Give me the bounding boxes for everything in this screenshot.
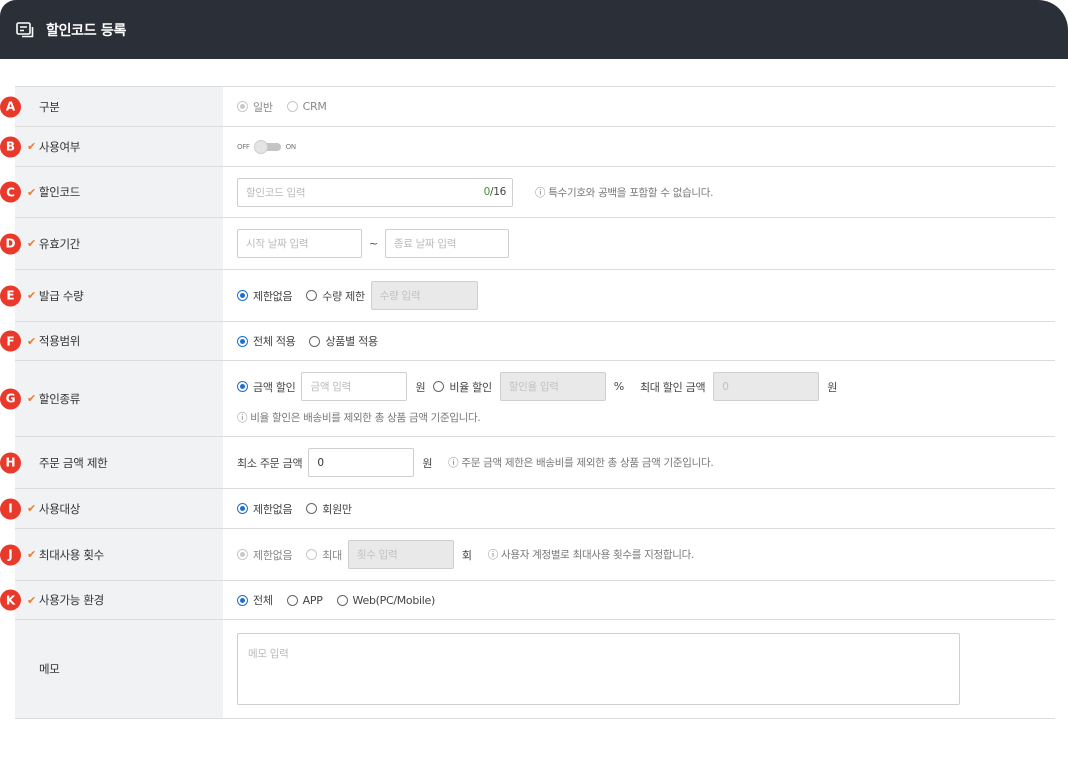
code-note: ⓘ 특수기호와 공백을 포함할 수 없습니다. (535, 186, 714, 199)
row-issue: E ✔ 발급 수량 제한없음 수량 제한 수량 입력 (0, 270, 1055, 322)
row-max-use: J ✔ 최대사용 횟수 제한없음 최대 횟수 입력 회 ⓘ 사용자 계정별로 최대… (0, 529, 1055, 581)
badge-d: D (0, 233, 21, 254)
label-memo: 메모 (15, 620, 223, 718)
row-category: A 구분 일반 CRM (0, 87, 1055, 127)
row-target: I ✔ 사용대상 제한없음 회원만 (0, 489, 1055, 529)
row-env: K ✔ 사용가능 환경 전체 APP Web(PC/Mobile) (0, 581, 1055, 620)
label-target: ✔ 사용대상 (15, 489, 223, 528)
label-issue: ✔ 발급 수량 (15, 270, 223, 321)
label-code: ✔ 할인코드 (15, 167, 223, 217)
toggle-on-label: ON (285, 142, 296, 151)
badge-h: H (0, 452, 21, 473)
label-category: 구분 (15, 87, 223, 126)
required-check-icon: ✔ (27, 334, 36, 348)
label-period: ✔ 유효기간 (15, 218, 223, 269)
max-use-note: ⓘ 사용자 계정별로 최대사용 횟수를 지정합니다. (487, 549, 695, 561)
issue-quantity-input[interactable]: 수량 입력 (370, 281, 478, 310)
max-use-unit: 회 (461, 548, 472, 562)
min-order-note: ⓘ 주문 금액 제한은 배송비를 제외한 총 상품 금액 기준입니다. (448, 457, 714, 469)
row-code: C ✔ 할인코드 할인코드 입력 0/16 ⓘ 특수기호와 공백을 포함할 수 없… (0, 167, 1055, 218)
badge-g: G (0, 388, 21, 409)
radio-maxuse-unlimited[interactable]: 제한없음 (237, 547, 293, 563)
radio-type-amount[interactable]: 금액 할인 (237, 379, 296, 395)
max-discount-input[interactable]: 0 (713, 372, 820, 401)
start-date-input[interactable]: 시작 날짜 입력 (237, 229, 362, 258)
amount-input[interactable]: 금액 입력 (301, 372, 408, 401)
row-scope: F ✔ 적용범위 전체 적용 상품별 적용 (0, 322, 1055, 361)
date-separator: ~ (369, 237, 378, 250)
radio-maxuse-limit[interactable]: 최대 (306, 547, 342, 563)
row-memo: 메모 메모 입력 (15, 620, 1055, 719)
label-max-use: ✔ 최대사용 횟수 (15, 529, 223, 580)
page-header: 할인코드 등록 (0, 0, 1068, 59)
radio-issue-limit[interactable]: 수량 제한 (306, 288, 365, 304)
radio-general[interactable]: 일반 (237, 99, 273, 115)
radio-target-member[interactable]: 회원만 (306, 501, 352, 517)
radio-env-app[interactable]: APP (286, 594, 323, 607)
code-placeholder: 할인코드 입력 (246, 186, 306, 199)
radio-env-web[interactable]: Web(PC/Mobile) (336, 594, 435, 607)
radio-issue-unlimited[interactable]: 제한없음 (237, 288, 293, 304)
label-scope: ✔ 적용범위 (15, 322, 223, 360)
row-usage: B ✔ 사용여부 OFF ON (0, 127, 1055, 167)
badge-a: A (0, 96, 21, 117)
label-type: ✔ 할인종류 (15, 361, 223, 436)
discount-code-form: A 구분 일반 CRM B ✔ 사용여부 OFF ON C ✔ 할인코드 할인코드 … (0, 86, 1055, 719)
label-usage: ✔ 사용여부 (15, 127, 223, 166)
badge-i: I (0, 498, 21, 519)
min-order-input[interactable]: 0 (308, 448, 415, 477)
toggle-knob[interactable] (253, 139, 268, 154)
radio-scope-all[interactable]: 전체 적용 (237, 333, 296, 349)
page-title: 할인코드 등록 (46, 22, 127, 39)
badge-e: E (0, 285, 21, 306)
row-type: G ✔ 할인종류 금액 할인 금액 입력 원 비율 할인 할인율 입력 % 최대 … (0, 361, 1055, 437)
label-env: ✔ 사용가능 환경 (15, 581, 223, 619)
radio-type-rate[interactable]: 비율 할인 (433, 379, 492, 395)
coupon-list-icon (14, 19, 36, 41)
won-unit: 원 (415, 380, 426, 394)
required-check-icon: ✔ (27, 593, 36, 607)
badge-f: F (0, 330, 21, 352)
required-check-icon: ✔ (27, 185, 36, 199)
badge-j: J (0, 544, 21, 565)
required-check-icon: ✔ (27, 289, 36, 302)
badge-b: B (0, 136, 21, 157)
required-check-icon: ✔ (27, 140, 36, 153)
end-date-input[interactable]: 종료 날짜 입력 (384, 229, 509, 258)
memo-textarea[interactable]: 메모 입력 (237, 633, 960, 705)
radio-crm[interactable]: CRM (286, 100, 327, 113)
row-min-order: H 주문 금액 제한 최소 주문 금액 0 원 ⓘ 주문 금액 제한은 배송비를… (0, 437, 1055, 489)
radio-scope-product[interactable]: 상품별 적용 (309, 333, 378, 349)
label-min-order: 주문 금액 제한 (15, 437, 223, 488)
max-use-input[interactable]: 횟수 입력 (347, 540, 454, 569)
required-check-icon: ✔ (27, 392, 36, 405)
badge-c: C (0, 181, 21, 203)
row-period: D ✔ 유효기간 시작 날짜 입력 ~ 종료 날짜 입력 (0, 218, 1055, 270)
won-unit-2: 원 (827, 380, 838, 394)
code-input[interactable]: 할인코드 입력 0/16 (237, 177, 513, 207)
max-discount-label: 최대 할인 금액 (639, 380, 706, 394)
rate-input[interactable]: 할인율 입력 (499, 372, 606, 401)
min-order-prefix: 최소 주문 금액 (237, 456, 303, 470)
radio-env-all[interactable]: 전체 (237, 592, 273, 608)
percent-unit: % (613, 380, 624, 393)
toggle-off-label: OFF (237, 142, 250, 151)
type-note: ⓘ 비율 할인은 배송비를 제외한 총 상품 금액 기준입니다. (237, 412, 481, 424)
required-check-icon: ✔ (27, 237, 36, 250)
required-check-icon: ✔ (27, 502, 36, 515)
radio-target-unlimited[interactable]: 제한없음 (237, 501, 293, 517)
required-check-icon: ✔ (27, 548, 36, 561)
code-counter: 0/16 (483, 186, 507, 198)
badge-k: K (0, 589, 21, 611)
min-order-won: 원 (422, 456, 433, 470)
usage-toggle[interactable]: OFF ON (237, 139, 296, 154)
